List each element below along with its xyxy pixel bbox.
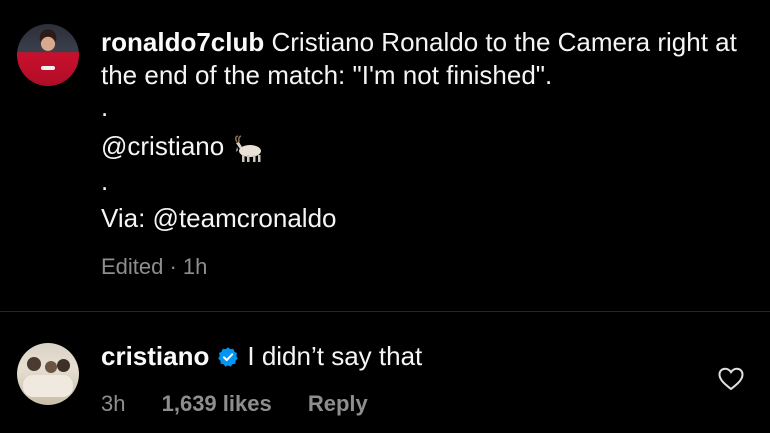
- caption-mention-line: @cristiano: [101, 131, 268, 163]
- post-caption-section: ronaldo7club Cristiano Ronaldo to the Ca…: [0, 0, 770, 310]
- reply-username[interactable]: cristiano: [101, 341, 209, 372]
- post-username[interactable]: ronaldo7club: [101, 27, 264, 57]
- goat-icon: [235, 135, 262, 163]
- mention-link[interactable]: @cristiano: [101, 131, 224, 161]
- avatar-figure: [27, 357, 41, 371]
- post-author-avatar[interactable]: [17, 24, 79, 86]
- divider: [0, 311, 770, 312]
- reply-comment: cristiano I didn’t say that: [101, 341, 422, 372]
- reply-likes[interactable]: 1,639 likes: [162, 391, 272, 416]
- caption-via-line: Via: @teamcronaldo: [101, 203, 337, 233]
- avatar-figure: [45, 361, 57, 373]
- reply-time: 3h: [101, 391, 126, 416]
- heart-icon[interactable]: [718, 367, 744, 391]
- post-meta: Edited · 1h: [101, 254, 208, 279]
- reply-text: I didn’t say that: [247, 341, 423, 371]
- avatar-figure: [57, 359, 70, 372]
- reply-button[interactable]: Reply: [308, 391, 368, 416]
- verified-badge-icon: [218, 346, 239, 367]
- caption-dot: .: [101, 166, 109, 196]
- post-caption: ronaldo7club Cristiano Ronaldo to the Ca…: [101, 26, 751, 92]
- avatar-figure: [23, 375, 73, 397]
- reply-author-avatar[interactable]: [17, 343, 79, 405]
- shirt-logo: [41, 66, 55, 70]
- caption-dot: .: [101, 92, 109, 122]
- reply-meta: 3h 1,639 likes Reply: [101, 391, 398, 417]
